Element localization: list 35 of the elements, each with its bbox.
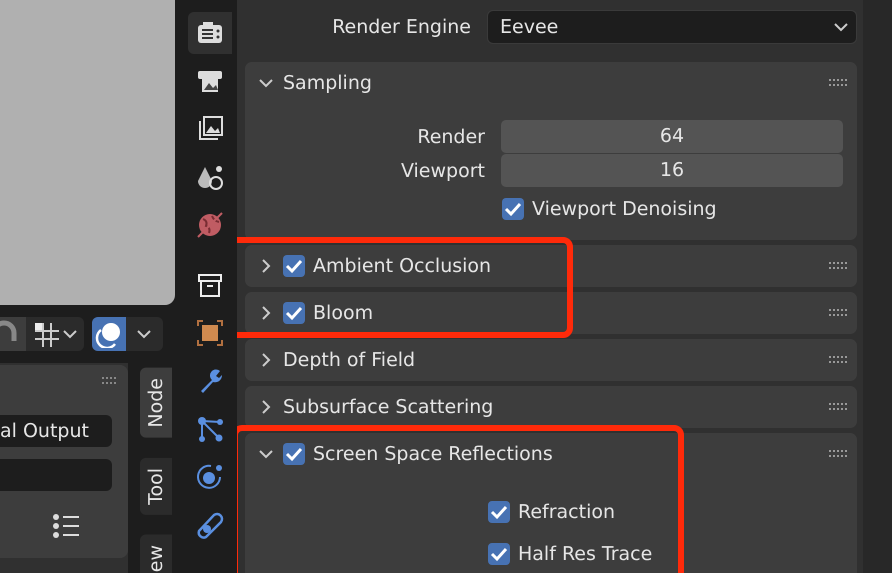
panel-title[interactable]: Subsurface Scattering — [283, 392, 821, 422]
camera-icon[interactable] — [188, 12, 232, 54]
checkbox-label[interactable]: Refraction — [518, 498, 616, 526]
checkbox[interactable] — [488, 543, 510, 565]
checkbox[interactable] — [488, 501, 510, 523]
panel-title[interactable]: Ambient Occlusion — [313, 252, 821, 280]
checkbox-label[interactable]: Half Res Trace — [518, 540, 652, 568]
panel-title[interactable]: Sampling — [283, 68, 821, 98]
sidebar-tab[interactable]: iew — [140, 534, 172, 573]
drag-handle-icon[interactable] — [829, 262, 847, 270]
drag-handle-icon[interactable] — [829, 403, 847, 411]
overlay-icon[interactable] — [94, 320, 122, 348]
render-engine-dropdown[interactable]: Eevee — [487, 10, 857, 44]
number-field[interactable]: 64 — [501, 120, 843, 153]
checkbox[interactable] — [283, 302, 305, 324]
panel-title[interactable]: Depth of Field — [283, 346, 821, 374]
drag-handle-icon[interactable] — [829, 356, 847, 364]
checkbox-label[interactable]: Viewport Denoising — [532, 194, 717, 224]
checkbox[interactable] — [283, 255, 305, 277]
drag-handle-icon[interactable] — [829, 450, 847, 458]
panel-title[interactable]: Bloom — [313, 298, 821, 328]
checkbox[interactable] — [502, 198, 524, 220]
field-label: Render — [416, 124, 486, 150]
checkbox[interactable] — [283, 443, 305, 465]
sidebar-tab[interactable]: Node — [140, 368, 172, 438]
panel-title[interactable]: Screen Space Reflections — [313, 440, 821, 468]
drag-handle-icon[interactable] — [829, 79, 847, 87]
input-field[interactable] — [0, 459, 112, 491]
field-label: Viewport — [400, 158, 486, 184]
number-field[interactable]: 16 — [501, 154, 843, 187]
field-label: Render Engine — [331, 14, 472, 40]
drag-handle-icon[interactable] — [829, 309, 847, 317]
name-field[interactable]: al Output — [0, 415, 112, 447]
list-icon[interactable] — [52, 513, 80, 539]
sidebar-tab[interactable]: Tool — [140, 458, 172, 514]
